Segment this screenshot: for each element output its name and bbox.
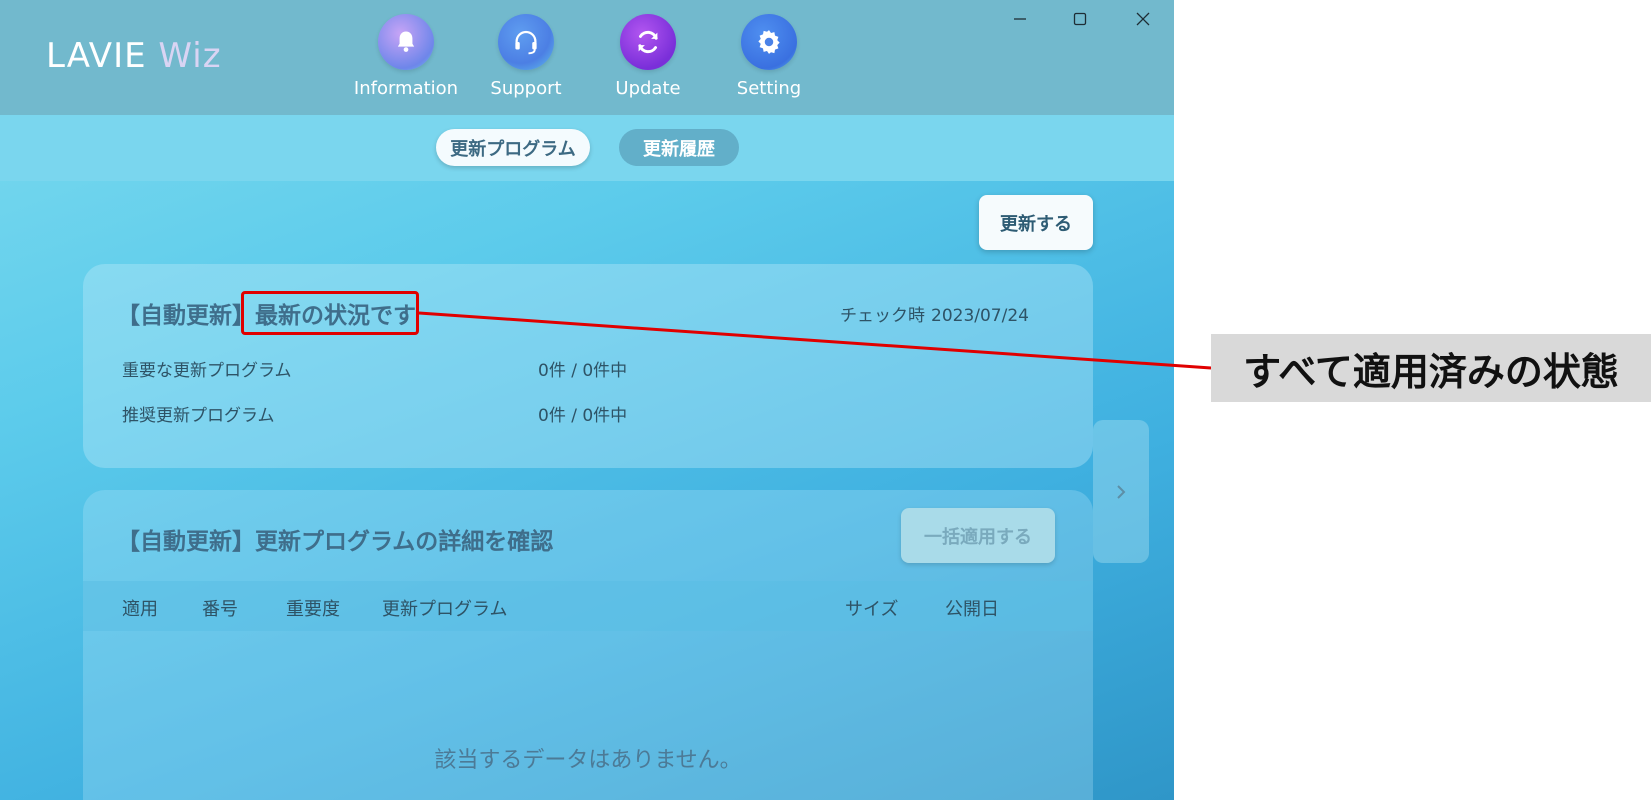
annotation-callout: すべて適用済みの状態 <box>1211 334 1651 402</box>
